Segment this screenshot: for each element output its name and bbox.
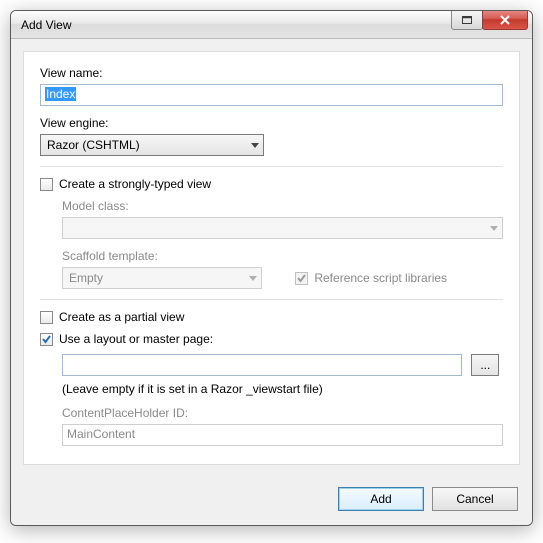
partial-label: Create as a partial view (59, 310, 184, 324)
cancel-button[interactable]: Cancel (432, 487, 518, 511)
cph-label: ContentPlaceHolder ID: (62, 406, 503, 420)
layout-checkbox[interactable] (40, 333, 53, 346)
maximize-icon (461, 15, 473, 25)
scaffold-combo: Empty (62, 267, 262, 289)
separator (40, 299, 503, 300)
add-button[interactable]: Add (338, 487, 424, 511)
view-engine-label: View engine: (40, 116, 503, 130)
cph-row: ContentPlaceHolder ID: MainContent (62, 406, 503, 446)
view-name-value: Index (45, 87, 76, 101)
chevron-down-icon (249, 276, 257, 281)
layout-row: Use a layout or master page: (40, 332, 503, 346)
close-icon (499, 15, 511, 25)
view-engine-value: Razor (CSHTML) (47, 138, 140, 152)
view-name-label: View name: (40, 66, 503, 80)
ref-libs-label: Reference script libraries (314, 271, 447, 285)
view-engine-combo[interactable]: Razor (CSHTML) (40, 134, 264, 156)
model-class-label: Model class: (62, 199, 503, 213)
strongly-typed-group: Model class: Scaffold template: Empty Re… (62, 199, 503, 289)
ref-libs-row: Reference script libraries (295, 271, 447, 285)
strongly-typed-label: Create a strongly-typed view (59, 177, 211, 191)
dialog-content: View name: Index View engine: Razor (CSH… (23, 51, 520, 465)
dialog-footer: Add Cancel (11, 477, 532, 525)
partial-row: Create as a partial view (40, 310, 503, 324)
model-class-row: Model class: (62, 199, 503, 239)
maximize-button[interactable] (451, 10, 483, 30)
titlebar: Add View (11, 11, 532, 39)
window-buttons (452, 10, 528, 30)
layout-group: ... (Leave empty if it is set in a Razor… (62, 354, 503, 446)
partial-checkbox[interactable] (40, 311, 53, 324)
view-name-row: View name: Index (40, 66, 503, 106)
browse-button[interactable]: ... (471, 354, 499, 376)
layout-label: Use a layout or master page: (59, 332, 213, 346)
layout-path-input[interactable] (62, 354, 462, 376)
view-engine-row: View engine: Razor (CSHTML) (40, 116, 503, 156)
chevron-down-icon (251, 143, 259, 148)
ref-libs-checkbox (295, 272, 308, 285)
add-view-dialog: Add View View name: Index View engine: R… (10, 10, 533, 526)
scaffold-value: Empty (69, 271, 103, 285)
layout-hint: (Leave empty if it is set in a Razor _vi… (62, 382, 503, 396)
dialog-title: Add View (21, 18, 71, 32)
model-class-combo (62, 217, 503, 239)
scaffold-label: Scaffold template: (62, 249, 503, 263)
separator (40, 166, 503, 167)
strongly-typed-row: Create a strongly-typed view (40, 177, 503, 191)
layout-path-row: ... (62, 354, 503, 376)
scaffold-row: Scaffold template: Empty Reference scrip… (62, 249, 503, 289)
close-button[interactable] (482, 10, 528, 30)
cph-input: MainContent (62, 424, 503, 446)
chevron-down-icon (490, 226, 498, 231)
strongly-typed-checkbox[interactable] (40, 178, 53, 191)
view-name-input[interactable]: Index (40, 84, 503, 106)
